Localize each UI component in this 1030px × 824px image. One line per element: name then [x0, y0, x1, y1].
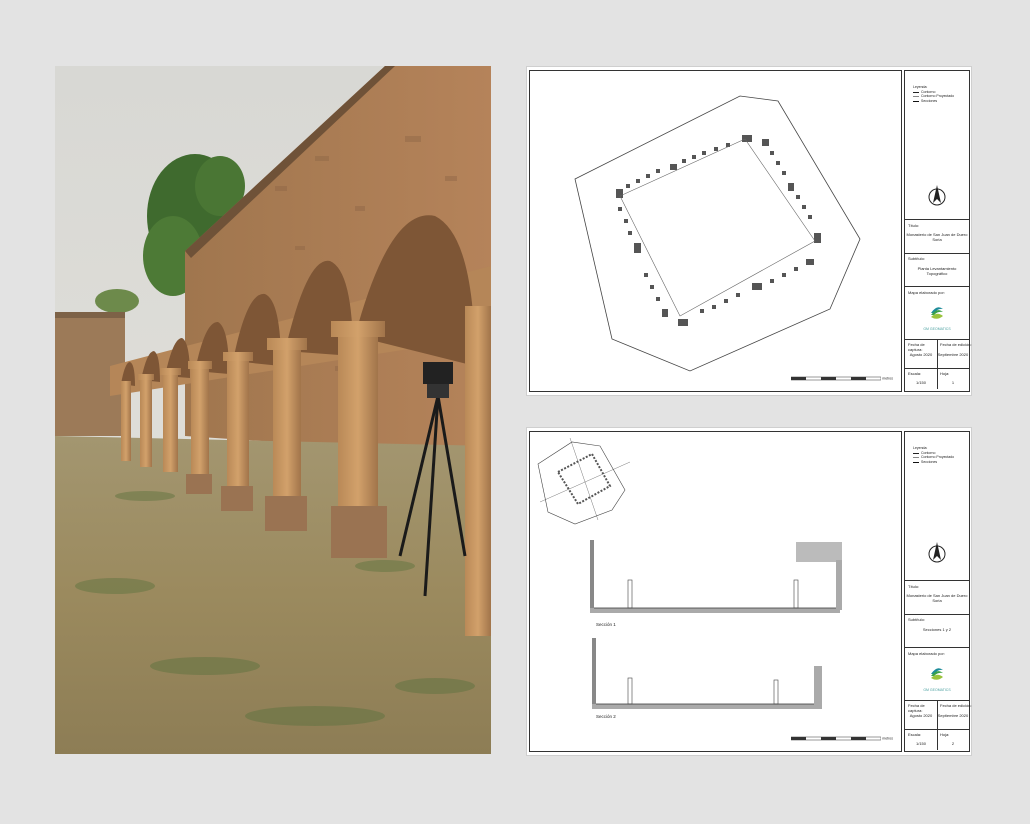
scale-value: 1/150: [915, 741, 926, 746]
title-value: Monasterio de San Juan de Duero Soria: [906, 232, 968, 242]
dates-cell: Fecha de captura: Agosto 2020 Fecha de e…: [905, 701, 972, 730]
survey-sheet-sections: Sección 1 Sección 2 metros Leyenda: Cont…: [526, 427, 972, 756]
subtitle-cell: Subtítulo: Secciones 1 y 2: [905, 614, 969, 648]
legend-item: Secciones: [913, 99, 954, 104]
edition-value: Septiembre 2020: [937, 352, 969, 357]
subtitle-label: Subtítulo:: [908, 617, 925, 622]
edition-label: Fecha de edición:: [940, 703, 972, 708]
scale-cell: Escala: 1/150 Hoja: 1: [905, 369, 969, 389]
scale-bar: metros: [791, 376, 893, 381]
title-label: Título:: [908, 584, 920, 589]
cloister-plan-drawing: [574, 95, 861, 372]
capture-value: Agosto 2020: [909, 713, 933, 718]
scale-bar-unit: metros: [882, 376, 893, 381]
scale-label: Escala:: [908, 732, 922, 737]
dates-cell: Fecha de captura: Agosto 2020 Fecha de e…: [905, 340, 972, 369]
title-block: Leyenda: Contorno Contorno Proyectado Se…: [904, 70, 972, 392]
scale-bar-graphic: [791, 736, 882, 741]
gm-geomatics-logo-icon: [931, 307, 943, 319]
edition-label: Fecha de edición:: [940, 342, 972, 347]
sheet-label: Hoja:: [940, 371, 950, 376]
scale-label: Escala:: [908, 371, 922, 376]
survey-sheet-plan: metros Leyenda: Contorno Contorno Proyec…: [526, 66, 972, 396]
legend-item: Secciones: [913, 460, 954, 465]
subtitle-label: Subtítulo:: [908, 256, 925, 261]
sheet-value: 1: [951, 380, 955, 385]
capture-label: Fecha de captura:: [908, 342, 925, 352]
legend: Leyenda: Contorno Contorno Proyectado Se…: [913, 446, 954, 464]
title-label: Título:: [908, 223, 920, 228]
logo-text: GM GEOMATICS: [923, 688, 951, 692]
logo-text: GM GEOMATICS: [923, 327, 951, 331]
drawing-frame: metros: [529, 70, 902, 392]
section-2-label: Sección 2: [596, 714, 616, 719]
north-arrow-icon: [928, 185, 946, 206]
cloister-photo: [55, 66, 491, 754]
cloister-photo-illustration: [55, 66, 491, 754]
subtitle-cell: Subtítulo: Planta Levantamiento Topográf…: [905, 253, 969, 287]
sheet-label: Hoja:: [940, 732, 950, 737]
subtitle-value: Secciones 1 y 2: [922, 627, 952, 632]
sections-drawing: [537, 437, 842, 709]
title-cell: Título: Monasterio de San Juan de Duero …: [905, 219, 969, 254]
scale-bar-unit: metros: [882, 736, 893, 741]
title-value: Monasterio de San Juan de Duero Soria: [906, 593, 968, 603]
legend: Leyenda: Contorno Contorno Proyectado Se…: [913, 85, 954, 103]
sheet-value: 2: [951, 741, 955, 746]
drawing-frame: Sección 1 Sección 2 metros: [529, 431, 902, 752]
legend-title: Leyenda:: [913, 446, 928, 450]
section-1-label: Sección 1: [596, 622, 616, 627]
author-cell: Mapa elaborado por: GM GEOMATICS: [905, 287, 969, 340]
scale-cell: Escala: 1/150 Hoja: 2: [905, 730, 969, 750]
gm-geomatics-logo-icon: [931, 668, 943, 680]
scale-value: 1/150: [915, 380, 926, 385]
scale-bar-graphic: [791, 376, 882, 381]
author-label: Mapa elaborado por:: [908, 651, 945, 656]
edition-value: Septiembre 2020: [937, 713, 969, 718]
author-label: Mapa elaborado por:: [908, 290, 945, 295]
author-cell: Mapa elaborado por: GM GEOMATICS: [905, 648, 969, 701]
capture-label: Fecha de captura:: [908, 703, 925, 713]
subtitle-value: Planta Levantamiento Topográfico: [917, 266, 957, 276]
title-cell: Título: Monasterio de San Juan de Duero …: [905, 580, 969, 615]
legend-title: Leyenda:: [913, 85, 928, 89]
scale-bar: metros: [791, 736, 893, 741]
north-arrow-icon: [928, 542, 946, 563]
capture-value: Agosto 2020: [909, 352, 933, 357]
title-block: Leyenda: Contorno Contorno Proyectado Se…: [904, 431, 972, 752]
